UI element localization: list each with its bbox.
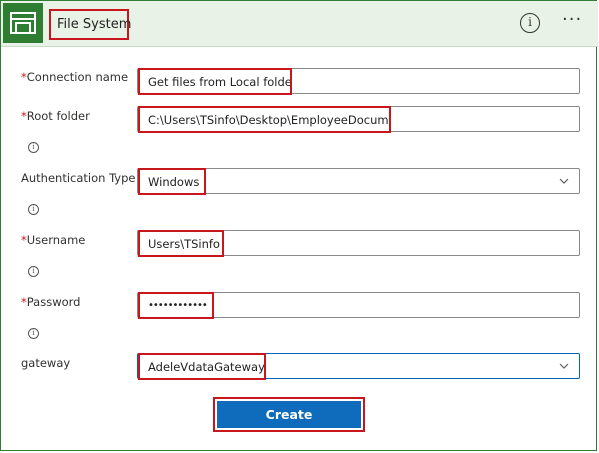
authentication-type-info-icon[interactable]: i xyxy=(28,204,39,215)
root-folder-label: *Root folder xyxy=(21,109,90,123)
root-folder-field[interactable]: C:\Users\TSinfo\Desktop\EmployeeDocumets xyxy=(137,106,580,133)
gateway-value: AdeleVdataGateway xyxy=(138,353,266,380)
connector-title: File System xyxy=(49,9,131,40)
username-label: *Username xyxy=(21,233,86,247)
connection-name-field[interactable]: Get files from Local folder xyxy=(137,68,580,95)
connection-name-value: Get files from Local folder xyxy=(138,68,292,95)
gateway-dropdown[interactable]: AdeleVdataGateway xyxy=(137,353,580,380)
authentication-type-value: Windows xyxy=(138,168,206,195)
password-field[interactable]: •••••••••••• xyxy=(137,292,580,319)
chevron-down-icon xyxy=(559,363,569,369)
username-info-icon[interactable]: i xyxy=(28,266,39,277)
panel-header: File System i ··· xyxy=(1,1,598,47)
password-value: •••••••••••• xyxy=(138,292,214,319)
root-folder-value: C:\Users\TSinfo\Desktop\EmployeeDocumets xyxy=(138,106,391,133)
info-icon[interactable]: i xyxy=(520,13,540,33)
connection-panel: File System i ··· *Connection name Get f… xyxy=(0,0,598,451)
chevron-down-icon xyxy=(559,178,569,184)
authentication-type-dropdown[interactable]: Windows xyxy=(137,168,580,195)
more-options-icon[interactable]: ··· xyxy=(562,11,588,33)
folder-connector-icon xyxy=(3,3,43,43)
authentication-type-label: Authentication Type xyxy=(21,171,136,185)
password-info-icon[interactable]: i xyxy=(28,328,39,339)
create-button[interactable]: Create xyxy=(217,401,361,428)
password-label: *Password xyxy=(21,295,81,309)
root-folder-info-icon[interactable]: i xyxy=(28,142,39,153)
gateway-label: gateway xyxy=(21,356,71,370)
connection-name-label: *Connection name xyxy=(21,70,129,84)
username-field[interactable]: Users\TSinfo xyxy=(137,230,580,257)
create-button-highlight: Create xyxy=(213,397,365,432)
username-value: Users\TSinfo xyxy=(138,230,224,257)
